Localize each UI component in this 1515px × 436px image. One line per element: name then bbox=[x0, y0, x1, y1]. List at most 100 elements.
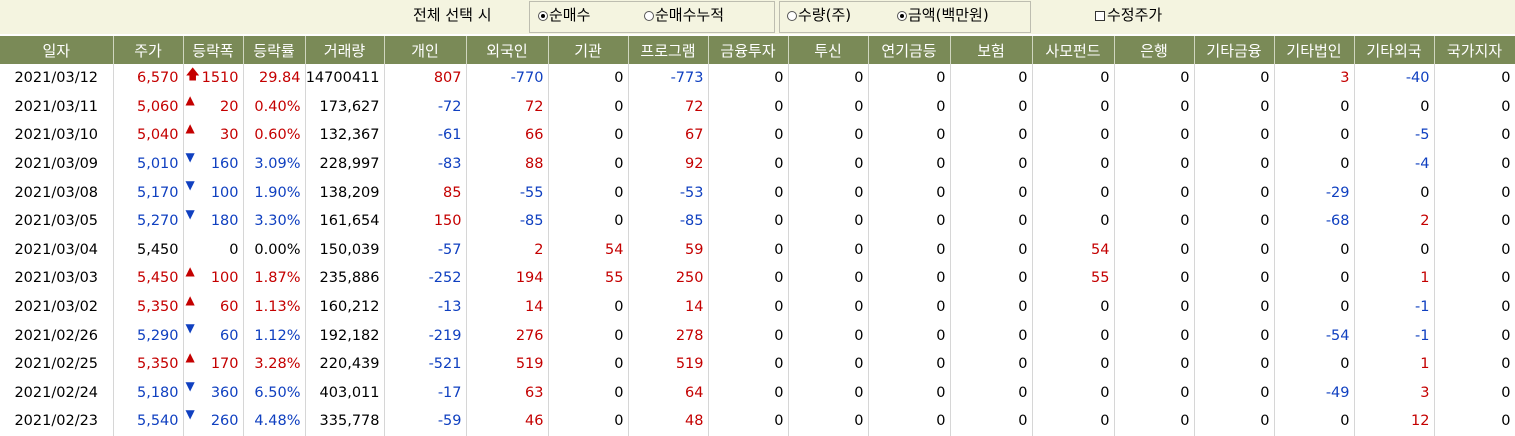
table-row[interactable]: 2021/03/12 6,570 🡅 1510 29.84 14700411 807 -770… bbox=[0, 64, 1515, 93]
column-header[interactable]: 프로그램 bbox=[628, 36, 709, 64]
net-buy-cell: 0 bbox=[548, 349, 629, 379]
table-body: 2021/03/12 6,570 🡅 1510 29.84 14700411 807 -770… bbox=[0, 64, 1515, 436]
column-header[interactable]: 금융투자 bbox=[708, 36, 789, 64]
table-row[interactable]: 2021/03/04 5,450 0 0.00% 150,039 -57 2 54 59 0 0 0 0… bbox=[0, 235, 1515, 265]
net-buy-cell: 0 bbox=[708, 178, 789, 207]
select-all-label: 전체 선택 시 bbox=[413, 6, 492, 24]
table-row[interactable]: 2021/03/08 5,170 ▼ 100 1.90% 138,209 85 -55 0 -53… bbox=[0, 178, 1515, 207]
table-row[interactable]: 2021/03/11 5,060 ▲ 20 0.40% 173,627 -72 72 0 72 0 0… bbox=[0, 92, 1515, 122]
column-header[interactable]: 기타금융 bbox=[1194, 36, 1275, 64]
net-buy-cell: 0 bbox=[548, 292, 629, 322]
net-buy-cell: 12 bbox=[1354, 407, 1435, 436]
table-row[interactable]: 2021/02/26 5,290 ▼ 60 1.12% 192,182 -219 276 0 27… bbox=[0, 321, 1515, 350]
change-cell: ▲ 20 bbox=[183, 92, 244, 122]
net-buy-cell: 0 bbox=[1032, 349, 1115, 379]
table-row[interactable]: 2021/02/25 5,350 ▲ 170 3.28% 220,439 -521 519 0 5… bbox=[0, 349, 1515, 379]
table-row[interactable]: 2021/03/10 5,040 ▲ 30 0.60% 132,367 -61 66 0 67 0 0… bbox=[0, 121, 1515, 150]
net-buy-cell: 0 bbox=[548, 121, 629, 150]
table-row[interactable]: 2021/02/24 5,180 ▼ 360 6.50% 403,011 -17 63 0 64 0… bbox=[0, 378, 1515, 408]
net-buy-cell: 0 bbox=[1194, 206, 1275, 236]
table-header-row: 일자 주가 등락폭 등락률 거래량 개인 외국인 기관 프로그램 금융투자 투신 연기금등 보험 사모펀드… bbox=[0, 36, 1515, 64]
radio-quantity[interactable]: 수량(주) bbox=[787, 0, 851, 34]
net-buy-cell: -219 bbox=[384, 321, 467, 350]
change-value: 20 bbox=[220, 98, 239, 115]
net-buy-cell: 0 bbox=[1434, 206, 1515, 236]
radio-quantity-indicator[interactable] bbox=[787, 11, 797, 21]
net-buy-cell: -54 bbox=[1274, 321, 1355, 350]
column-header[interactable]: 외국인 bbox=[466, 36, 549, 64]
column-header[interactable]: 일자 bbox=[0, 36, 114, 64]
column-header[interactable]: 등락률 bbox=[243, 36, 306, 64]
column-header[interactable]: 은행 bbox=[1114, 36, 1195, 64]
net-buy-cell: -17 bbox=[384, 378, 467, 408]
net-buy-cell: 66 bbox=[466, 121, 549, 150]
column-header[interactable]: 개인 bbox=[384, 36, 467, 64]
net-buy-cell: -5 bbox=[1354, 121, 1435, 150]
change-cell: ▲ 170 bbox=[183, 349, 244, 379]
date-cell: 2021/03/02 bbox=[0, 292, 114, 322]
radio-net-buy-cumulative-indicator[interactable] bbox=[644, 11, 654, 21]
column-header[interactable]: 거래량 bbox=[305, 36, 385, 64]
volume-cell: 160,212 bbox=[305, 292, 385, 322]
volume-cell: 192,182 bbox=[305, 321, 385, 350]
table-row[interactable]: 2021/03/03 5,450 ▲ 100 1.87% 235,886 -252 194 55… bbox=[0, 264, 1515, 293]
net-buy-cell: 194 bbox=[466, 264, 549, 293]
net-buy-cell: 0 bbox=[950, 264, 1033, 293]
radio-net-buy-indicator[interactable] bbox=[538, 11, 548, 21]
change-cell: ▼ 60 bbox=[183, 321, 244, 350]
date-cell: 2021/02/23 bbox=[0, 407, 114, 436]
radio-amount-indicator[interactable] bbox=[897, 11, 907, 21]
change-value: 180 bbox=[210, 213, 239, 230]
price-cell: 5,010 bbox=[113, 149, 184, 179]
adjusted-price-checkbox[interactable]: 수정주가 bbox=[1095, 0, 1162, 34]
rate-cell: 3.28% bbox=[243, 349, 306, 379]
table-row[interactable]: 2021/03/05 5,270 ▼ 180 3.30% 161,654 150 -85 0 -8… bbox=[0, 206, 1515, 236]
change-value: 1510 bbox=[201, 70, 239, 87]
table-row[interactable]: 2021/03/09 5,010 ▼ 160 3.09% 228,997 -83 88 0 92 0… bbox=[0, 149, 1515, 179]
column-header[interactable]: 기관 bbox=[548, 36, 629, 64]
net-buy-cell: 0 bbox=[1434, 64, 1515, 93]
table-row[interactable]: 2021/03/02 5,350 ▲ 60 1.13% 160,212 -13 14 0 14 0 0… bbox=[0, 292, 1515, 322]
rate-cell: 3.30% bbox=[243, 206, 306, 236]
table-row[interactable]: 2021/02/23 5,540 ▼ 260 4.48% 335,778 -59 46 0 48 0… bbox=[0, 407, 1515, 436]
net-buy-cell: 0 bbox=[788, 235, 869, 265]
net-buy-cell: -252 bbox=[384, 264, 467, 293]
column-header[interactable]: 기타법인 bbox=[1274, 36, 1355, 64]
column-header[interactable]: 등락폭 bbox=[183, 36, 244, 64]
radio-net-buy-cumulative[interactable]: 순매수누적 bbox=[644, 0, 724, 34]
net-buy-cell: 519 bbox=[628, 349, 709, 379]
column-header[interactable]: 투신 bbox=[788, 36, 869, 64]
net-buy-cell: 0 bbox=[1194, 92, 1275, 122]
rate-cell: 1.12% bbox=[243, 321, 306, 350]
price-cell: 5,180 bbox=[113, 378, 184, 408]
rate-cell: 0.60% bbox=[243, 121, 306, 150]
net-buy-cell: 14 bbox=[466, 292, 549, 322]
column-header[interactable]: 사모펀드 bbox=[1032, 36, 1115, 64]
net-buy-cell: -72 bbox=[384, 92, 467, 122]
radio-amount[interactable]: 금액(백만원) bbox=[897, 0, 989, 34]
radio-net-buy[interactable]: 순매수 bbox=[538, 0, 590, 34]
net-buy-cell: 0 bbox=[950, 321, 1033, 350]
price-cell: 5,450 bbox=[113, 264, 184, 293]
column-header[interactable]: 주가 bbox=[113, 36, 184, 64]
volume-cell: 138,209 bbox=[305, 178, 385, 207]
net-buy-cell: 0 bbox=[708, 235, 789, 265]
change-cell: 🡅 1510 bbox=[183, 64, 244, 93]
net-buy-cell: 0 bbox=[1114, 321, 1195, 350]
change-cell: ▼ 180 bbox=[183, 206, 244, 236]
net-buy-cell: 85 bbox=[384, 178, 467, 207]
column-header[interactable]: 국가지자 bbox=[1434, 36, 1515, 64]
column-header[interactable]: 기타외국 bbox=[1354, 36, 1435, 64]
net-buy-cell: 0 bbox=[868, 321, 951, 350]
column-header[interactable]: 보험 bbox=[950, 36, 1033, 64]
net-buy-cell: 0 bbox=[708, 92, 789, 122]
adjusted-price-box[interactable] bbox=[1095, 11, 1105, 21]
net-buy-cell: 0 bbox=[1032, 92, 1115, 122]
net-buy-cell: 0 bbox=[1434, 292, 1515, 322]
net-buy-cell: 0 bbox=[708, 407, 789, 436]
rate-cell: 1.90% bbox=[243, 178, 306, 207]
net-buy-cell: -521 bbox=[384, 349, 467, 379]
net-buy-cell: 72 bbox=[628, 92, 709, 122]
column-header[interactable]: 연기금등 bbox=[868, 36, 951, 64]
volume-cell: 173,627 bbox=[305, 92, 385, 122]
